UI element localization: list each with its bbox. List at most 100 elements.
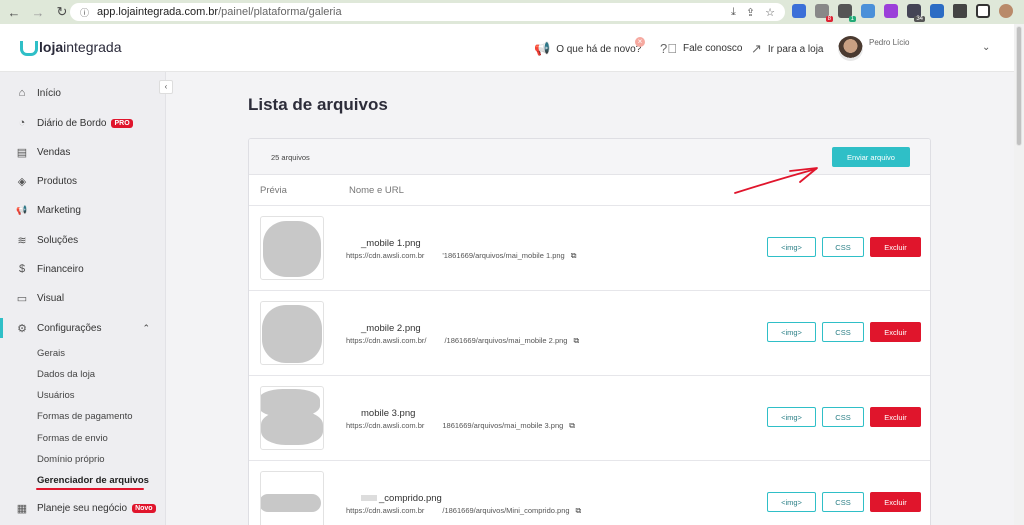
sidebar-item-label: Diário de Bordo	[37, 117, 107, 129]
copy-icon[interactable]: ⧉	[569, 421, 575, 430]
extension-5-icon[interactable]	[884, 4, 898, 18]
go-to-store-link[interactable]: ↗ Ir para a loja	[751, 41, 824, 57]
copy-img-tag-button[interactable]: <img>	[767, 237, 816, 257]
copy-icon[interactable]: ⧉	[576, 506, 582, 515]
download-icon[interactable]: ⤓	[731, 6, 736, 19]
sidebar-toggle-icon[interactable]	[976, 4, 990, 18]
external-link-icon: ↗	[751, 41, 762, 56]
submenu-gerais[interactable]: Gerais	[37, 348, 65, 359]
delete-button[interactable]: Excluir	[870, 407, 921, 427]
sidebar-item-label: Visual	[37, 292, 65, 304]
submenu-gerenciador-de-arquivos[interactable]: Gerenciador de arquivos	[37, 475, 149, 486]
box-icon: ◈	[17, 175, 27, 188]
page-scrollbar[interactable]	[1014, 24, 1024, 525]
logo-text: integrada	[63, 39, 122, 55]
file-count: 25 arquivos	[271, 153, 310, 162]
sidebar-item-label: Soluções	[37, 234, 79, 246]
profile-avatar-icon[interactable]	[999, 4, 1013, 18]
scrollbar-thumb[interactable]	[1016, 26, 1022, 146]
user-name[interactable]: Pedro Lício	[869, 38, 909, 47]
store-logo[interactable]: loja integrada	[20, 39, 122, 56]
extension-4-icon[interactable]	[861, 4, 875, 18]
megaphone-icon: 📢	[534, 41, 551, 56]
site-info-icon[interactable]: ⓘ	[80, 6, 89, 19]
reload-icon[interactable]: ↻	[52, 2, 72, 22]
submenu-dominio-proprio[interactable]: Domínio próprio	[37, 454, 105, 465]
file-url: https://cdn.awsli.com.br 1861669/arquivos…	[346, 421, 575, 431]
extension-1-icon[interactable]	[792, 4, 806, 18]
sidebar-item-planeje-seu-negocio[interactable]: ▦ Planeje seu negócio Novo	[0, 495, 166, 521]
forward-icon[interactable]: →	[28, 2, 48, 22]
back-icon[interactable]: ←	[4, 2, 24, 22]
sidebar-item-diario-de-bordo[interactable]: ◔ Diário de Bordo PRO	[0, 110, 166, 136]
copy-img-tag-button[interactable]: <img>	[767, 492, 816, 512]
puzzle-icon[interactable]	[953, 4, 967, 18]
file-url-prefix: https://cdn.awsli.com.br	[346, 421, 425, 430]
submenu-formas-de-pagamento[interactable]: Formas de pagamento	[37, 411, 133, 422]
sidebar-item-configuracoes[interactable]: ⚙ Configurações ⌃	[0, 315, 166, 341]
copy-css-button[interactable]: CSS	[822, 407, 864, 427]
annotation-underline	[36, 488, 144, 490]
sidebar-item-vendas[interactable]: ▤ Vendas	[0, 139, 166, 165]
copy-icon[interactable]: ⧉	[571, 251, 577, 260]
logo-icon	[20, 39, 38, 56]
new-badge: Novo	[132, 503, 156, 513]
monitor-icon: ▭	[16, 292, 28, 305]
file-name-text: mobile 3.png	[361, 408, 416, 419]
submenu-formas-de-envio[interactable]: Formas de envio	[37, 433, 108, 444]
whats-new-link[interactable]: 📢 O que há de novo?	[534, 41, 641, 57]
contact-link[interactable]: ?⃝ Fale conosco	[660, 41, 742, 56]
file-thumbnail	[260, 471, 324, 525]
file-name: _mobile 2.png	[361, 323, 421, 334]
extension-3-icon[interactable]: 1	[838, 4, 856, 22]
submenu-dados-da-loja[interactable]: Dados da loja	[37, 369, 95, 380]
page-title: Lista de arquivos	[248, 95, 388, 114]
sidebar-item-financeiro[interactable]: $ Financeiro	[0, 256, 166, 282]
address-bar[interactable]: ⓘ app.lojaintegrada.com.br/painel/plataf…	[70, 3, 785, 21]
sidebar-item-label: Financeiro	[37, 263, 84, 275]
table-row: _mobile 2.png https://cdn.awsli.com.br/ /…	[249, 291, 930, 376]
extension-badge: 1	[848, 16, 856, 22]
file-url: https://cdn.awsli.com.br '1861669/arquivo…	[346, 251, 576, 261]
contact-label: Fale conosco	[682, 43, 743, 54]
help-icon: ?⃝	[660, 41, 677, 56]
layers-icon: ≋	[17, 234, 27, 247]
share-icon[interactable]: ⇪	[746, 6, 755, 19]
file-url-path: 1861669/arquivos/mai_mobile 3.png	[442, 421, 564, 430]
avatar[interactable]	[838, 36, 863, 61]
chevron-down-icon[interactable]: ⌄	[982, 42, 990, 53]
panel-toolbar: 25 arquivos Enviar arquivo	[249, 139, 930, 175]
sidebar-item-label: Vendas	[37, 146, 71, 158]
bookmark-star-icon[interactable]: ☆	[765, 6, 775, 19]
file-name: _comprido.png	[361, 493, 442, 504]
delete-button[interactable]: Excluir	[870, 322, 921, 342]
whats-new-label: O que há de novo?	[556, 43, 642, 55]
file-name-text: _mobile 1.png	[361, 238, 421, 249]
extension-2-icon[interactable]: 8	[815, 4, 833, 22]
copy-css-button[interactable]: CSS	[822, 322, 864, 342]
table-row: _mobile 1.png https://cdn.awsli.com.br '1…	[249, 206, 930, 291]
file-url-prefix: https://cdn.awsli.com.br	[346, 251, 425, 260]
delete-button[interactable]: Excluir	[870, 237, 921, 257]
extension-7-icon[interactable]	[930, 4, 944, 18]
sidebar-item-inicio[interactable]: ⌂ Início	[0, 80, 166, 106]
file-thumbnail	[260, 216, 324, 280]
column-header-preview: Prévia	[260, 185, 287, 196]
copy-css-button[interactable]: CSS	[822, 492, 864, 512]
delete-button[interactable]: Excluir	[870, 492, 921, 512]
list-icon: ▤	[16, 146, 28, 159]
submenu-usuarios[interactable]: Usuários	[37, 390, 75, 401]
sidebar-item-marketing[interactable]: 📢 Marketing	[0, 197, 166, 223]
sidebar-item-solucoes[interactable]: ≋ Soluções	[0, 227, 166, 253]
copy-img-tag-button[interactable]: <img>	[767, 407, 816, 427]
sidebar-item-label: Configurações	[37, 322, 102, 334]
extension-6-icon[interactable]: 34	[907, 4, 925, 22]
copy-css-button[interactable]: CSS	[822, 237, 864, 257]
copy-img-tag-button[interactable]: <img>	[767, 322, 816, 342]
sidebar-item-visual[interactable]: ▭ Visual	[0, 285, 166, 311]
upload-file-button[interactable]: Enviar arquivo	[832, 147, 910, 167]
copy-icon[interactable]: ⧉	[573, 336, 579, 345]
file-url: https://cdn.awsli.com.br/1861669/arquivo…	[346, 506, 581, 516]
notification-dot[interactable]: ×	[635, 37, 645, 47]
sidebar-item-produtos[interactable]: ◈ Produtos	[0, 168, 166, 194]
